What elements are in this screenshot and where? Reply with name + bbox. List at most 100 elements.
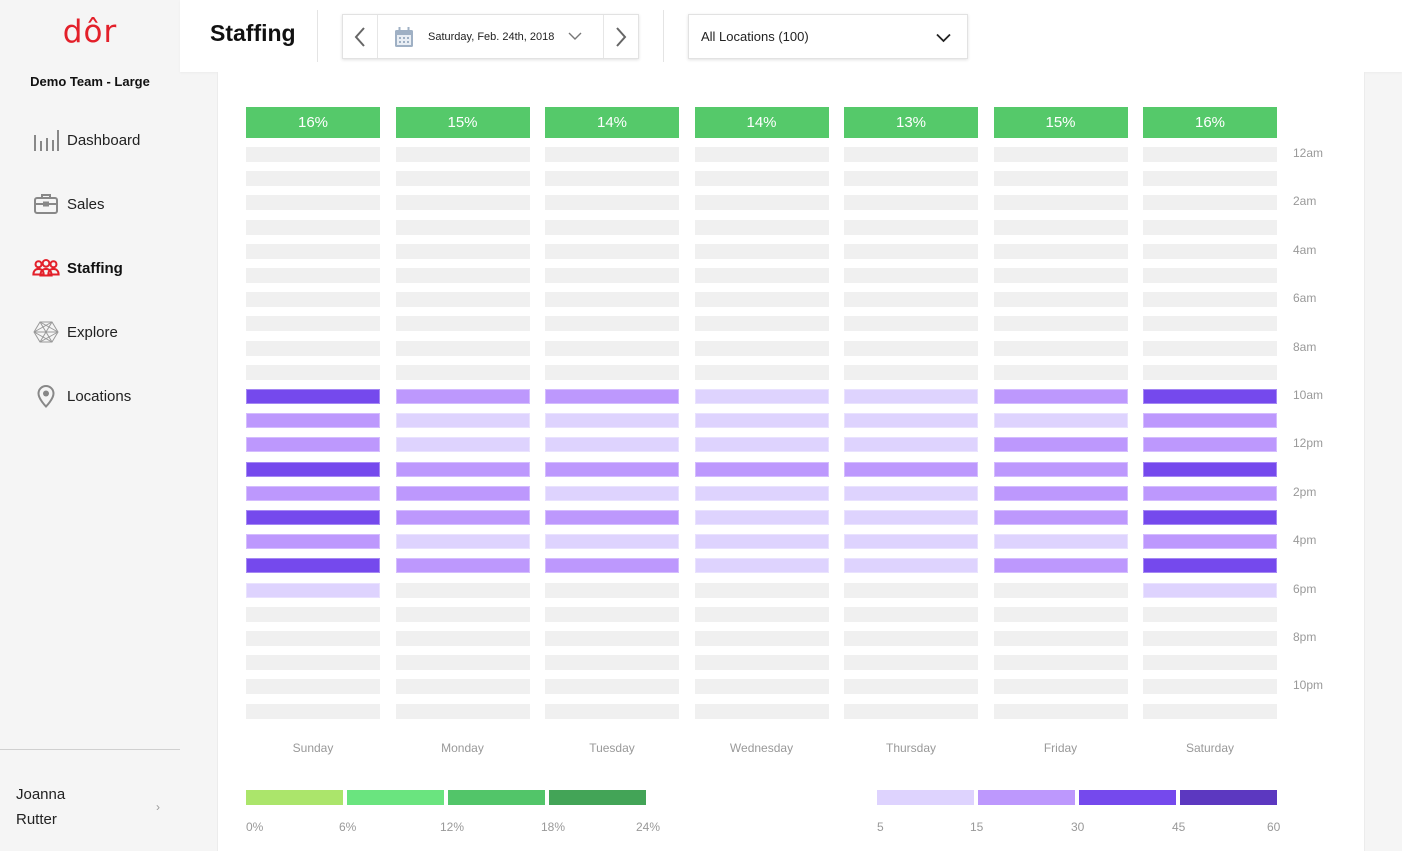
heatmap-cell[interactable]: [993, 510, 1128, 525]
heatmap-cell[interactable]: [694, 485, 829, 501]
heatmap-cell[interactable]: [1143, 437, 1277, 453]
sidebar-item-explore[interactable]: Explore: [32, 312, 172, 352]
heatmap-cell[interactable]: [993, 606, 1128, 622]
heatmap-cell[interactable]: [694, 510, 829, 525]
heatmap-cell[interactable]: [694, 558, 829, 574]
heatmap-cell[interactable]: [993, 703, 1128, 719]
heatmap-cell[interactable]: [395, 582, 530, 598]
heatmap-cell[interactable]: [844, 195, 978, 211]
heatmap-cell[interactable]: [246, 679, 380, 695]
heatmap-cell[interactable]: [246, 437, 380, 453]
heatmap-cell[interactable]: [1143, 316, 1277, 332]
app-logo[interactable]: dôr: [0, 14, 180, 50]
heatmap-cell[interactable]: [545, 364, 679, 380]
heatmap-cell[interactable]: [395, 703, 530, 719]
heatmap-cell[interactable]: [545, 219, 679, 235]
heatmap-cell[interactable]: [395, 606, 530, 622]
heatmap-cell[interactable]: [246, 558, 380, 574]
heatmap-cell[interactable]: [1143, 485, 1277, 501]
heatmap-cell[interactable]: [545, 316, 679, 332]
heatmap-cell[interactable]: [844, 219, 978, 235]
heatmap-cell[interactable]: [694, 195, 829, 211]
heatmap-cell[interactable]: [844, 340, 978, 356]
heatmap-cell[interactable]: [993, 679, 1128, 695]
heatmap-cell[interactable]: [993, 582, 1128, 598]
heatmap-cell[interactable]: [1143, 268, 1277, 283]
heatmap-cell[interactable]: [246, 485, 380, 501]
heatmap-cell[interactable]: [1143, 364, 1277, 380]
heatmap-cell[interactable]: [993, 558, 1128, 574]
heatmap-cell[interactable]: [844, 582, 978, 598]
heatmap-cell[interactable]: [694, 292, 829, 308]
heatmap-cell[interactable]: [395, 437, 530, 453]
heatmap-cell[interactable]: [694, 534, 829, 550]
heatmap-cell[interactable]: [844, 679, 978, 695]
heatmap-cell[interactable]: [395, 195, 530, 211]
heatmap-cell[interactable]: [844, 437, 978, 453]
heatmap-cell[interactable]: [395, 558, 530, 574]
sidebar-item-locations[interactable]: Locations: [32, 376, 172, 416]
heatmap-cell[interactable]: [993, 292, 1128, 308]
heatmap-cell[interactable]: [545, 485, 679, 501]
heatmap-cell[interactable]: [993, 631, 1128, 646]
heatmap-cell[interactable]: [1143, 534, 1277, 550]
previous-date-button[interactable]: [343, 15, 378, 58]
heatmap-cell[interactable]: [993, 171, 1128, 187]
heatmap-cell[interactable]: [694, 582, 829, 598]
heatmap-cell[interactable]: [694, 703, 829, 719]
heatmap-cell[interactable]: [844, 389, 978, 404]
heatmap-cell[interactable]: [395, 147, 530, 162]
heatmap-cell[interactable]: [1143, 171, 1277, 187]
heatmap-cell[interactable]: [395, 389, 530, 404]
heatmap-cell[interactable]: [844, 631, 978, 646]
heatmap-cell[interactable]: [694, 243, 829, 259]
heatmap-cell[interactable]: [246, 364, 380, 380]
heatmap-cell[interactable]: [1143, 195, 1277, 211]
heatmap-cell[interactable]: [395, 316, 530, 332]
heatmap-cell[interactable]: [993, 485, 1128, 501]
heatmap-cell[interactable]: [993, 219, 1128, 235]
heatmap-cell[interactable]: [545, 655, 679, 671]
heatmap-cell[interactable]: [844, 655, 978, 671]
heatmap-cell[interactable]: [395, 340, 530, 356]
heatmap-cell[interactable]: [545, 558, 679, 574]
heatmap-cell[interactable]: [545, 461, 679, 477]
heatmap-cell[interactable]: [694, 437, 829, 453]
heatmap-cell[interactable]: [246, 655, 380, 671]
heatmap-cell[interactable]: [395, 510, 530, 525]
heatmap-cell[interactable]: [1143, 606, 1277, 622]
heatmap-cell[interactable]: [246, 268, 380, 283]
heatmap-cell[interactable]: [694, 147, 829, 162]
heatmap-cell[interactable]: [993, 316, 1128, 332]
heatmap-cell[interactable]: [395, 655, 530, 671]
heatmap-cell[interactable]: [993, 461, 1128, 477]
heatmap-cell[interactable]: [993, 534, 1128, 550]
heatmap-cell[interactable]: [1143, 655, 1277, 671]
heatmap-cell[interactable]: [545, 195, 679, 211]
sidebar-item-dashboard[interactable]: Dashboard: [32, 120, 172, 160]
heatmap-cell[interactable]: [545, 534, 679, 550]
heatmap-cell[interactable]: [395, 485, 530, 501]
heatmap-cell[interactable]: [993, 413, 1128, 429]
heatmap-cell[interactable]: [246, 195, 380, 211]
date-dropdown[interactable]: Saturday, Feb. 24th, 2018: [378, 15, 603, 58]
heatmap-cell[interactable]: [1143, 461, 1277, 477]
heatmap-cell[interactable]: [545, 631, 679, 646]
heatmap-cell[interactable]: [545, 703, 679, 719]
heatmap-cell[interactable]: [993, 268, 1128, 283]
heatmap-cell[interactable]: [246, 461, 380, 477]
heatmap-cell[interactable]: [993, 340, 1128, 356]
heatmap-cell[interactable]: [545, 437, 679, 453]
heatmap-cell[interactable]: [1143, 703, 1277, 719]
heatmap-cell[interactable]: [246, 147, 380, 162]
location-select[interactable]: All Locations (100): [688, 14, 968, 59]
heatmap-cell[interactable]: [246, 534, 380, 550]
heatmap-cell[interactable]: [1143, 340, 1277, 356]
heatmap-cell[interactable]: [395, 219, 530, 235]
heatmap-cell[interactable]: [993, 437, 1128, 453]
heatmap-cell[interactable]: [694, 389, 829, 404]
heatmap-cell[interactable]: [844, 413, 978, 429]
heatmap-cell[interactable]: [1143, 631, 1277, 646]
heatmap-cell[interactable]: [545, 268, 679, 283]
heatmap-cell[interactable]: [844, 171, 978, 187]
